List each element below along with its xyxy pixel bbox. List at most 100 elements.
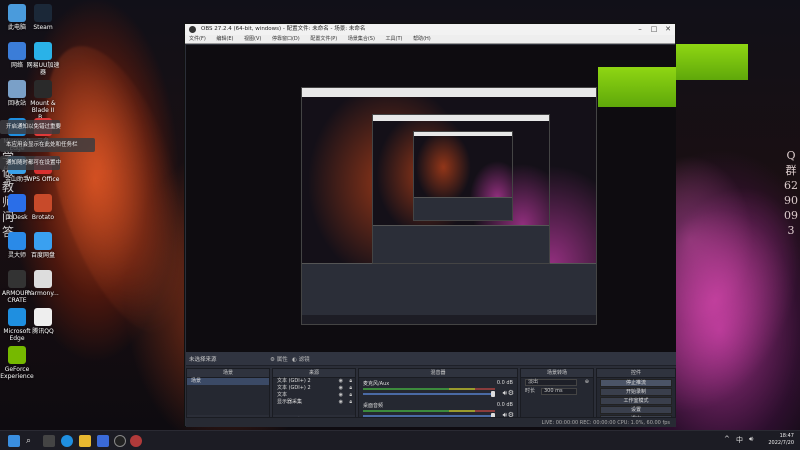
transition-select[interactable]: 淡出 — [525, 379, 577, 386]
lock-icon: 🔒︎ — [349, 378, 352, 384]
desktop-icon[interactable]: 网易UU加速器 — [26, 42, 60, 76]
notification-banner-3[interactable]: 通知随时都可在设置中 — [0, 156, 61, 170]
duration-label: 时长 — [525, 388, 536, 394]
desktop-icon-label: 网易UU加速器 — [26, 62, 60, 76]
gear-icon[interactable]: ⚙ — [508, 389, 514, 397]
menu-file[interactable]: 文件(F) — [189, 36, 206, 42]
maximize-icon[interactable]: □ — [647, 24, 661, 35]
controls-title: 控件 — [597, 369, 675, 378]
audio-meter — [363, 410, 495, 412]
app-icon — [8, 346, 26, 364]
file-explorer-icon[interactable] — [79, 435, 91, 447]
desktop-icon-label: 腾讯QQ — [32, 328, 54, 335]
dock-area: 未选择来源 ⚙ 属性 ◐ 滤镜 场景 场景 +−⌃⌄ 来源 文本 (GDI+) … — [186, 352, 676, 427]
store-icon[interactable] — [97, 435, 109, 447]
start-recording-button[interactable]: 开始录制 — [600, 388, 672, 396]
menu-scene-collection[interactable]: 场景集合(S) — [348, 36, 375, 42]
app-icon — [34, 42, 52, 60]
window-title: OBS 27.2.4 (64-bit, windows) - 配置文件: 未命名… — [201, 26, 366, 32]
app-icon — [8, 308, 26, 326]
desktop-icon[interactable]: harmony... — [26, 270, 60, 297]
obs-titlebar[interactable]: OBS 27.2.4 (64-bit, windows) - 配置文件: 未命名… — [185, 24, 675, 35]
source-item[interactable]: 显示器采集 ◉ 🔒︎ — [273, 399, 355, 406]
desktop-icon-label: 回收站 — [7, 100, 26, 107]
preview-canvas[interactable] — [186, 45, 676, 352]
nested-preview-3 — [413, 131, 513, 221]
app-icon — [34, 270, 52, 288]
system-clock[interactable]: 18:47 2022/7/20 — [768, 433, 794, 447]
channel-db: 0.0 dB — [496, 380, 513, 386]
desktop-icon-label: Steam — [33, 24, 53, 31]
filters-button[interactable]: ◐ 滤镜 — [292, 355, 310, 363]
channel-db: 0.0 dB — [496, 402, 513, 408]
scene-item[interactable]: 场景 — [187, 378, 269, 385]
nested-preview-1 — [301, 87, 597, 325]
eye-icon: ◉ — [338, 392, 343, 398]
clock-time: 18:47 — [779, 433, 794, 439]
desktop-icon[interactable]: Steam — [26, 4, 60, 31]
desktop-icon[interactable]: GeForce Experience — [0, 346, 34, 380]
desktop-icon[interactable]: 百度网盘 — [26, 232, 60, 259]
menu-docks[interactable]: 停靠窗口(D) — [272, 36, 300, 42]
windows-start-icon[interactable] — [8, 435, 20, 447]
duration-input[interactable]: 300 ms — [541, 388, 577, 395]
source-toolbar: 未选择来源 ⚙ 属性 ◐ 滤镜 — [186, 352, 676, 366]
studio-mode-button[interactable]: 工作室模式 — [600, 397, 672, 405]
settings-button[interactable]: 设置 — [600, 406, 672, 414]
transition-type-row: 淡出 ⊕ — [521, 378, 593, 387]
properties-button[interactable]: ⚙ 属性 — [270, 355, 288, 363]
desktop-icon-label: GeForce Experience — [0, 366, 34, 380]
desktop-icon[interactable]: 腾讯QQ — [26, 308, 60, 335]
input-method-icon[interactable]: 中 — [736, 435, 743, 445]
desktop-icon[interactable]: Mount & Blade II B... — [26, 80, 60, 121]
scenes-title: 场景 — [187, 369, 269, 378]
menu-edit[interactable]: 编辑(E) — [216, 36, 233, 42]
desktop-icon-label: 百度网盘 — [30, 252, 55, 259]
speaker-icon[interactable]: 🔊︎ — [503, 389, 507, 398]
menu-tools[interactable]: 工具(T) — [386, 36, 403, 42]
app-icon — [8, 232, 26, 250]
no-source-label: 未选择来源 — [189, 357, 217, 363]
volume-knob[interactable] — [491, 391, 495, 397]
lock-icon: 🔒︎ — [349, 385, 352, 391]
desktop-icon[interactable]: Brotato — [26, 194, 60, 221]
app-icon — [8, 270, 26, 288]
source-item[interactable]: 文本 (GDI+) 2 ◉ 🔒︎ — [273, 378, 355, 385]
notification-banner-1[interactable]: 开启通知以免错过重要 — [0, 120, 61, 134]
minimize-icon[interactable]: – — [633, 24, 647, 35]
source-item[interactable]: 文本 (GDI+) 2 ◉ 🔒︎ — [273, 385, 355, 392]
taskbar: ⌕ ^ 中 🔊︎ 18:47 2022/7/20 — [0, 430, 800, 450]
channel-name: 麦克风/Aux — [363, 381, 390, 387]
obs-window: OBS 27.2.4 (64-bit, windows) - 配置文件: 未命名… — [184, 23, 676, 427]
volume-slider[interactable] — [363, 393, 495, 395]
menu-help[interactable]: 帮助(H) — [413, 36, 431, 42]
channel-name: 桌面音频 — [363, 403, 384, 409]
menu-view[interactable]: 视图(V) — [244, 36, 261, 42]
app-taskbar-icon[interactable] — [130, 435, 142, 447]
app-icon — [34, 80, 52, 98]
task-view-icon[interactable] — [43, 435, 55, 447]
green-shape — [676, 44, 748, 80]
eye-icon: ◉ — [338, 378, 343, 384]
close-icon[interactable]: ✕ — [661, 24, 675, 35]
stop-stream-button[interactable]: 停止推流 — [600, 379, 672, 387]
app-icon — [34, 4, 52, 22]
desktop-icon-label: ToDesk — [6, 214, 28, 221]
menu-profile[interactable]: 配置文件(P) — [310, 36, 337, 42]
app-icon — [8, 80, 26, 98]
volume-icon[interactable]: 🔊︎ — [749, 435, 753, 444]
source-item[interactable]: 文本 ◉ 🔒︎ — [273, 392, 355, 399]
search-icon[interactable]: ⌕ — [26, 435, 38, 447]
audio-meter — [363, 388, 495, 390]
tray-overflow-icon[interactable]: ^ — [724, 435, 730, 443]
obs-logo-icon — [189, 26, 196, 33]
duration-row: 时长 300 ms — [521, 387, 593, 396]
sources-title: 来源 — [273, 369, 355, 378]
add-transition-icon[interactable]: ⊕ — [585, 378, 589, 387]
app-icon — [34, 232, 52, 250]
nested-preview-2 — [372, 114, 550, 264]
edge-icon[interactable] — [61, 435, 73, 447]
app-icon — [34, 308, 52, 326]
notification-banner-2[interactable]: 本应用会显示在此处和任务栏 — [0, 138, 95, 152]
obs-taskbar-icon[interactable] — [114, 435, 126, 447]
